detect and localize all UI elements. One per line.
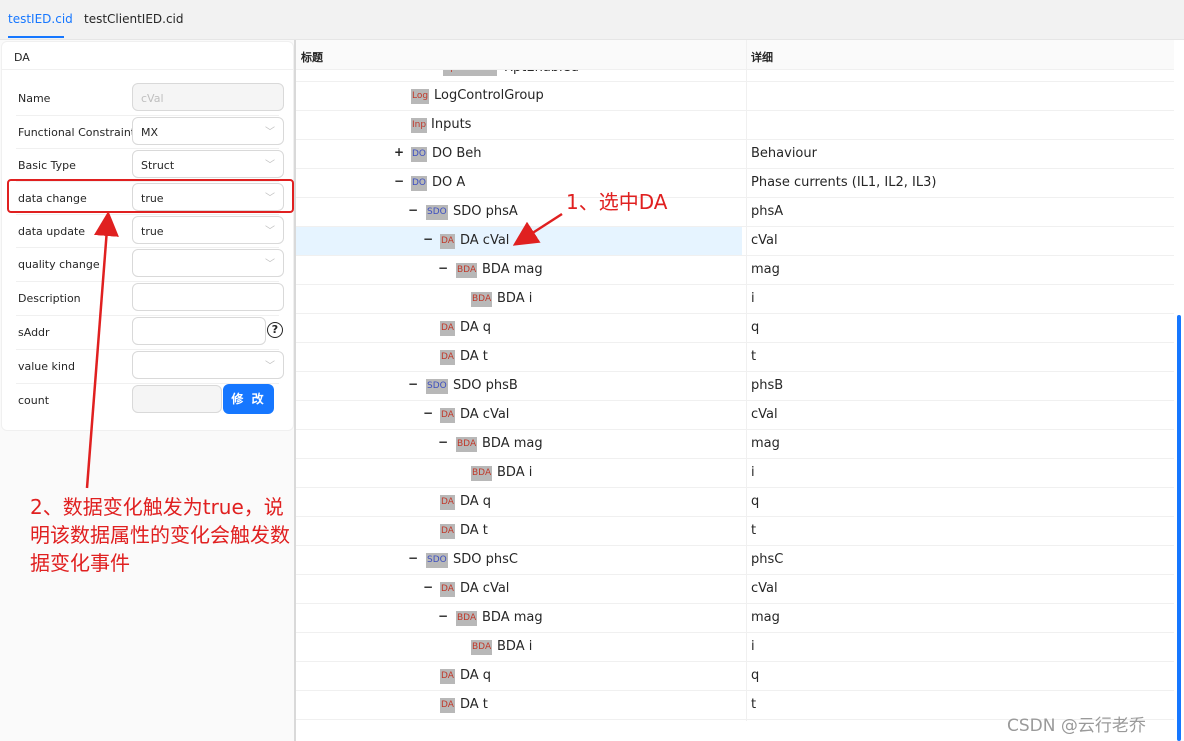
annotation-arrows <box>85 211 563 489</box>
arrow-to-selected-da <box>512 212 563 246</box>
annotation-step2: 2、数据变化触发为true，说明该数据属性的变化会触发数据变化事件 <box>30 495 290 575</box>
arrow-to-data-change <box>85 211 119 489</box>
annotation-step1: 1、选中DA <box>566 190 668 214</box>
watermark: CSDN @云行老乔 <box>1007 716 1146 736</box>
